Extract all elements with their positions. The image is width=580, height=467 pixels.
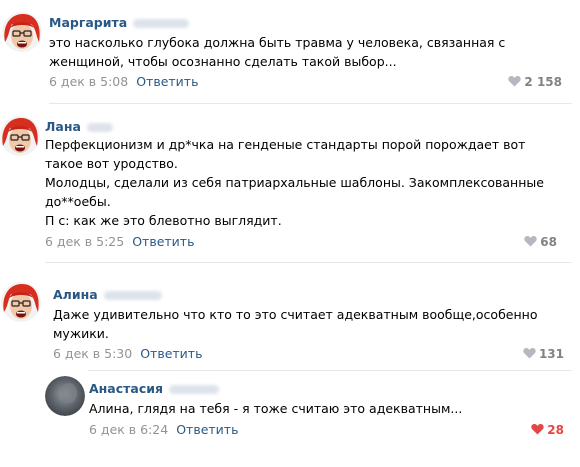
like-button[interactable]: 2 158 [508, 74, 562, 90]
comment-text-line: Алина, глядя на тебя - я тоже считаю это… [89, 401, 463, 416]
comment-text-line: Даже удивительно что кто то это считает … [53, 307, 538, 322]
author-name-link[interactable]: Лана [45, 119, 81, 134]
comment-date[interactable]: 6 дек в 5:08 [49, 74, 128, 89]
avatar[interactable] [2, 12, 42, 52]
comment-text-line: П с: как же это блевотно выглядит. [45, 213, 282, 228]
reply-button[interactable]: Ответить [176, 422, 238, 437]
reply-button[interactable]: Ответить [140, 346, 202, 361]
like-button[interactable]: 28 [531, 422, 564, 438]
blurred-author-surname [86, 123, 113, 132]
comment-author: Анастасия [89, 381, 220, 397]
heart-icon [523, 347, 536, 359]
like-count: 2 158 [524, 75, 562, 89]
comment-text: Даже удивительно что кто то это считает … [53, 305, 537, 343]
comment-text: это насколько глубока должна быть травма… [49, 33, 505, 71]
author-name-link[interactable]: Маргарита [49, 15, 127, 30]
blurred-photo-avatar-icon [45, 376, 85, 416]
blurred-author-surname [103, 291, 162, 300]
comment-date[interactable]: 6 дек в 5:25 [45, 234, 124, 249]
reply-button[interactable]: Ответить [136, 74, 198, 89]
like-button[interactable]: 68 [524, 234, 557, 250]
comment-date[interactable]: 6 дек в 6:24 [89, 422, 168, 437]
comment-meta: 6 дек в 5:30 Ответить [53, 346, 202, 362]
comment-divider [45, 262, 572, 263]
comment-text-line: женщиной, чтобы осознанно сделать такой … [49, 54, 397, 69]
comment-date[interactable]: 6 дек в 5:30 [53, 346, 132, 361]
comment-divider [88, 370, 572, 371]
heart-icon [508, 75, 522, 87]
comment-author: Маргарита [49, 15, 190, 31]
author-name-link[interactable]: Анастасия [89, 381, 163, 396]
avatar[interactable] [0, 116, 40, 156]
like-count: 68 [540, 235, 557, 249]
author-name-link[interactable]: Алина [53, 287, 98, 302]
blurred-author-surname [133, 19, 190, 28]
cartoon-face-avatar-icon [0, 116, 40, 156]
avatar[interactable] [1, 282, 41, 322]
comment-meta: 6 дек в 6:24 Ответить [89, 422, 238, 438]
cartoon-face-avatar-icon [2, 12, 42, 52]
comment-text-line: Молодцы, сделали из себя патриархальные … [45, 175, 544, 190]
like-count: 28 [547, 423, 564, 437]
avatar[interactable] [45, 376, 85, 416]
comment-meta: 6 дек в 5:25 Ответить [45, 234, 194, 250]
comment-divider [49, 103, 572, 104]
like-button[interactable]: 131 [523, 346, 564, 362]
comment-text: Перфекционизм и др*чка на генденые станд… [45, 135, 544, 230]
comment-meta: 6 дек в 5:08 Ответить [49, 74, 198, 90]
heart-icon [524, 235, 537, 247]
comment-text-line: Перфекционизм и др*чка на генденые станд… [45, 137, 526, 152]
comment-text: Алина, глядя на тебя - я тоже считаю это… [89, 399, 462, 418]
reply-button[interactable]: Ответить [132, 234, 194, 249]
cartoon-face-avatar-icon [1, 282, 41, 322]
comment-text-line: до**оебы. [45, 194, 111, 209]
comment-author: Лана [45, 119, 113, 135]
comment-author: Алина [53, 287, 162, 303]
comment-text-line: это насколько глубока должна быть травма… [49, 35, 506, 50]
heart-filled-icon [531, 423, 544, 435]
comment-text-line: мужики. [53, 326, 109, 341]
blurred-author-surname [169, 385, 220, 394]
like-count: 131 [538, 347, 564, 361]
comment-text-line: такое вот уродство. [45, 156, 178, 171]
